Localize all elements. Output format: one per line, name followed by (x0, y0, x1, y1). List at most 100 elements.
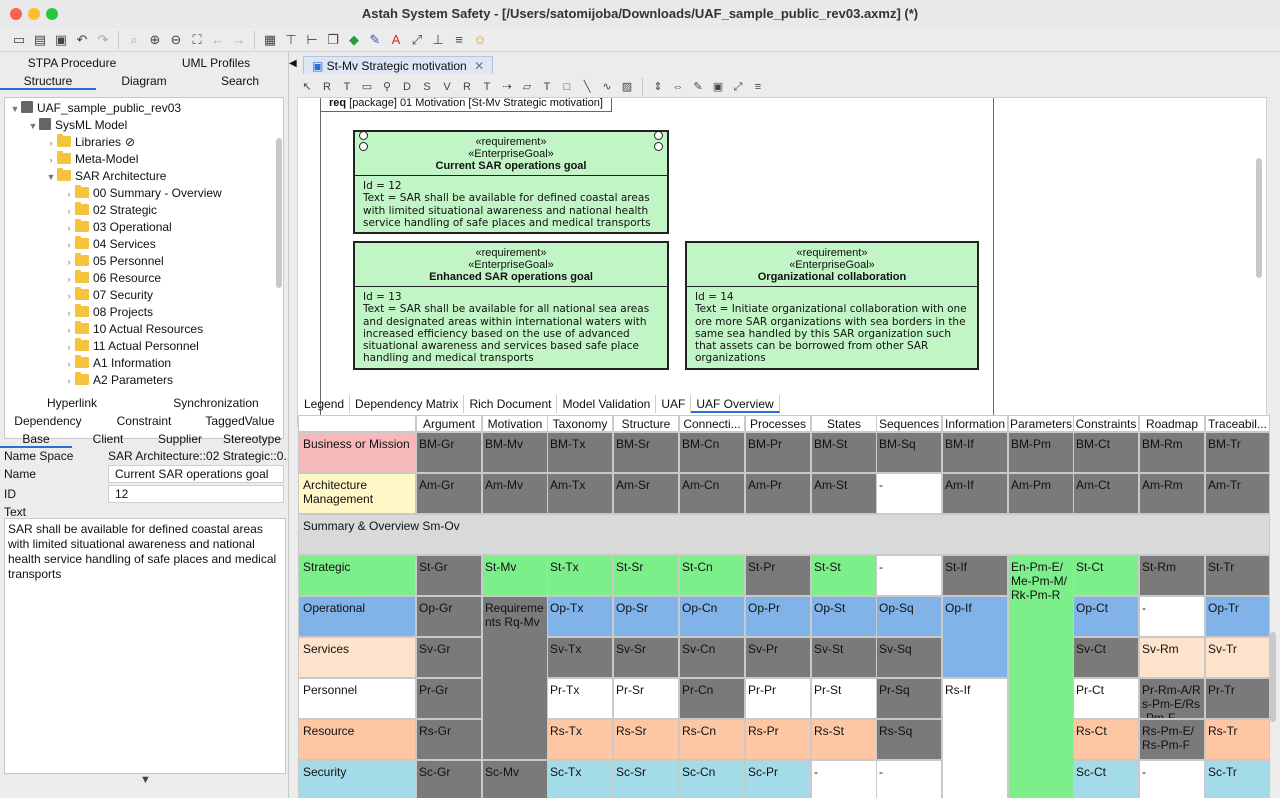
chevron-right-icon[interactable]: › (63, 373, 75, 390)
grid-cell[interactable]: Sv-Sq (876, 637, 942, 678)
grid-cell[interactable]: Sc-Sr (613, 760, 679, 798)
grid-cell[interactable]: Am-Tr (1205, 473, 1270, 514)
grid-cell[interactable]: Pr-Gr (416, 678, 482, 719)
requirement-organizational-collaboration[interactable]: «requirement» «EnterpriseGoal» Organizat… (685, 241, 979, 370)
fill-color-icon[interactable]: ◆ (345, 31, 363, 49)
grid-cell[interactable]: BM-Gr (416, 432, 482, 473)
tree-item[interactable]: › 05 Personnel (63, 253, 164, 270)
tree-item[interactable]: › A2 Parameters (63, 372, 173, 389)
grid-cell[interactable]: Sc-Tr (1205, 760, 1270, 798)
grid-cell[interactable]: Pr-Cn (679, 678, 745, 719)
chevron-right-icon[interactable]: › (45, 152, 57, 169)
save-icon[interactable]: ▣ (52, 31, 70, 49)
grid-cell[interactable]: Sv-St (811, 637, 877, 678)
grid-cell[interactable]: Sc-Tx (547, 760, 613, 798)
grid-cell[interactable]: Rs-Pr (745, 719, 811, 760)
grid-cell[interactable]: BM-Tr (1205, 432, 1270, 473)
row-header[interactable]: Strategic (298, 555, 416, 596)
tree-item[interactable]: › 07 Security (63, 287, 153, 304)
tab-stpa-procedure[interactable]: STPA Procedure (0, 54, 144, 72)
row-header[interactable]: Operational (298, 596, 416, 637)
grid-cell[interactable]: BM-Cn (679, 432, 745, 473)
grid-cell[interactable]: Sv-Cn (679, 637, 745, 678)
tab-synchronization[interactable]: Synchronization (144, 394, 288, 412)
tree-item[interactable]: ▼ SysML Model (27, 117, 127, 134)
grid-cell[interactable]: Sv-Rm (1139, 637, 1205, 678)
derive-tool-icon[interactable]: D (399, 78, 415, 96)
grid-cell[interactable]: Rs-Sr (613, 719, 679, 760)
satisfy-tool-icon[interactable]: S (419, 78, 435, 96)
grid-cell[interactable]: Requirements Rq-Mv (482, 596, 548, 760)
emoji-icon[interactable]: ☺ (471, 31, 489, 49)
image-tool-icon[interactable]: ▨ (619, 78, 635, 96)
tab-dependency-matrix[interactable]: Dependency Matrix (350, 395, 465, 413)
chevron-right-icon[interactable]: › (63, 305, 75, 322)
grid-cell[interactable]: - (811, 760, 877, 798)
grid-cell[interactable]: St-If (942, 555, 1008, 596)
grid-cell[interactable]: Sv-Pr (745, 637, 811, 678)
refine-tool-icon[interactable]: R (459, 78, 475, 96)
chevron-right-icon[interactable]: › (63, 271, 75, 288)
close-window-icon[interactable] (10, 8, 22, 20)
grid-cell[interactable]: Am-Mv (482, 473, 548, 514)
close-tab-icon[interactable]: ✕ (474, 59, 484, 73)
select-tool-icon[interactable]: ↖ (299, 78, 315, 96)
tree-item[interactable]: › 08 Projects (63, 304, 153, 321)
grid-cell[interactable]: St-Sr (613, 555, 679, 596)
tree-item[interactable]: › 03 Operational (63, 219, 172, 236)
tree-scrollbar[interactable] (276, 138, 282, 288)
minimize-window-icon[interactable] (28, 8, 40, 20)
tree-item[interactable]: ▼ UAF_sample_public_rev03 (9, 100, 181, 117)
grid-cell[interactable]: Rs-St (811, 719, 877, 760)
grid-cell[interactable]: Rs-Sq (876, 719, 942, 760)
forward-icon[interactable]: → (230, 31, 248, 49)
line-color-icon[interactable]: ✎ (366, 31, 384, 49)
grid-cell[interactable]: BM-Rm (1139, 432, 1205, 473)
tree-item[interactable]: › 04 Services (63, 236, 156, 253)
tab-taggedvalue[interactable]: TaggedValue (192, 412, 288, 430)
align-center-icon[interactable]: ⇔ (670, 78, 686, 96)
tree-item[interactable]: › 10 Actual Resources (63, 321, 203, 338)
pin-icon[interactable]: ✎ (690, 78, 706, 96)
line-style-icon[interactable]: ⤢ (408, 31, 426, 49)
chevron-right-icon[interactable]: › (63, 237, 75, 254)
id-field[interactable]: 12 (108, 485, 284, 503)
new-file-icon[interactable]: ▭ (10, 31, 28, 49)
tree-item[interactable]: › Libraries ⊘ (45, 134, 135, 151)
row-header[interactable]: Architecture Management (298, 473, 416, 514)
tab-st-mv-strategic-motivation[interactable]: ▣ St-Mv Strategic motivation ✕ (303, 56, 494, 74)
undo-icon[interactable]: ↶ (73, 31, 91, 49)
grid-cell[interactable]: BM-Sr (613, 432, 679, 473)
grid-cell[interactable]: St-Tx (547, 555, 613, 596)
distribute-icon[interactable]: ⇕ (650, 78, 666, 96)
back-icon[interactable]: ← (209, 31, 227, 49)
tree-item[interactable]: › Meta-Model (45, 151, 138, 168)
tree-item[interactable]: › 00 Summary - Overview (63, 185, 222, 202)
zoom-window-icon[interactable] (46, 8, 58, 20)
diagram-canvas[interactable]: req [package] 01 Motivation [St-Mv Strat… (297, 97, 1267, 427)
grid-cell[interactable]: Sv-Sr (613, 637, 679, 678)
grid-cell[interactable]: Sv-Tx (547, 637, 613, 678)
grid-cell[interactable]: - (876, 555, 942, 596)
grid-cell[interactable]: Am-St (811, 473, 877, 514)
uaf-overview-grid[interactable]: Argument Motivation Taxonomy Structure Conne… (298, 415, 1270, 798)
tree-item[interactable]: › 11 Actual Personnel (63, 338, 199, 355)
fit-window-icon[interactable]: ⛶ (188, 31, 206, 49)
row-header[interactable]: Security (298, 760, 416, 798)
grid-cell[interactable]: Sc-Cn (679, 760, 745, 798)
grid-cell[interactable]: Op-If (942, 596, 1008, 678)
uaf-scrollbar[interactable] (1270, 632, 1276, 722)
grid-cell[interactable]: En-Pm-E/Me-Pm-M/Rk-Pm-R (1008, 555, 1074, 798)
verify-tool-icon[interactable]: V (439, 78, 455, 96)
layout-icon[interactable]: ≡ (750, 78, 766, 96)
grid-cell[interactable]: Op-Pr (745, 596, 811, 637)
grid-cell[interactable]: - (1139, 596, 1205, 637)
trace-tool-icon[interactable]: T (479, 78, 495, 96)
grid-cell[interactable]: Rs-Gr (416, 719, 482, 760)
list-icon[interactable]: ≡ (450, 31, 468, 49)
chevron-right-icon[interactable]: › (63, 356, 75, 373)
grid-cell[interactable]: BM-Tx (547, 432, 613, 473)
tab-structure[interactable]: Structure (0, 72, 96, 90)
grid-cell[interactable]: Op-Sq (876, 596, 942, 637)
grid-cell[interactable]: Am-Tx (547, 473, 613, 514)
